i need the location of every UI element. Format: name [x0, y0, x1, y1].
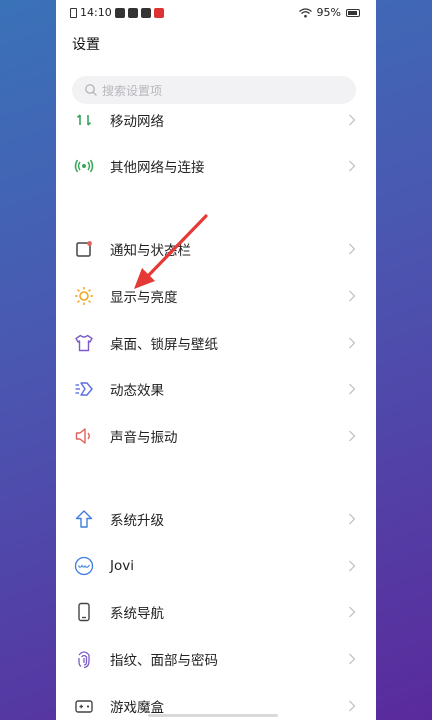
- search-icon: [85, 84, 97, 96]
- status-bar: 14:10 95%: [56, 0, 376, 28]
- settings-item-mobile-network[interactable]: 移动网络: [56, 97, 376, 143]
- settings-item-motion-effects[interactable]: 动态效果: [56, 366, 376, 412]
- wallpaper-shirt-icon: [75, 334, 93, 352]
- settings-item-label: 其他网络与连接: [110, 160, 205, 176]
- settings-item-notifications[interactable]: 通知与状态栏: [56, 226, 376, 272]
- status-time: 14:10: [80, 6, 112, 19]
- settings-item-other-connections[interactable]: 其他网络与连接: [56, 143, 376, 189]
- home-indicator[interactable]: [148, 714, 278, 717]
- chevron-right-icon: [349, 243, 356, 255]
- settings-item-label: 通知与状态栏: [110, 243, 191, 259]
- settings-item-label: 系统升级: [110, 513, 164, 529]
- chevron-right-icon: [349, 383, 356, 395]
- chevron-right-icon: [349, 337, 356, 349]
- chevron-right-icon: [349, 653, 356, 665]
- jovi-icon: [74, 556, 94, 576]
- mobile-data-icon: [76, 114, 92, 126]
- app-notification-icon: [114, 7, 125, 18]
- sound-icon: [75, 428, 90, 444]
- settings-item-label: 动态效果: [110, 383, 164, 399]
- brightness-icon: [75, 287, 93, 305]
- settings-item-sound-vibration[interactable]: 声音与振动: [56, 413, 376, 459]
- search-placeholder: 搜索设置项: [102, 83, 163, 98]
- settings-item-label: 移动网络: [110, 114, 164, 130]
- chevron-right-icon: [349, 700, 356, 712]
- section-divider: [56, 472, 376, 482]
- settings-item-label: 声音与振动: [110, 430, 178, 446]
- navigation-phone-icon: [78, 602, 90, 622]
- settings-item-system-navigation[interactable]: 系统导航: [56, 589, 376, 635]
- chevron-right-icon: [349, 114, 356, 126]
- section-divider: [56, 204, 376, 214]
- settings-item-label: 桌面、锁屏与壁纸: [110, 337, 218, 353]
- chevron-right-icon: [349, 430, 356, 442]
- settings-item-system-update[interactable]: 系统升级: [56, 496, 376, 542]
- settings-item-display-brightness[interactable]: 显示与亮度: [56, 273, 376, 319]
- battery-percent: 95%: [316, 6, 341, 19]
- chevron-right-icon: [349, 606, 356, 618]
- settings-item-label: 游戏魔盒: [110, 700, 164, 716]
- motion-effects-icon: [75, 382, 93, 396]
- chevron-right-icon: [349, 290, 356, 302]
- mail-icon: [140, 7, 151, 18]
- settings-item-jovi[interactable]: Jovi: [56, 543, 376, 589]
- notification-bar-icon: [76, 241, 92, 257]
- wifi-icon: [298, 7, 312, 17]
- settings-item-label: 显示与亮度: [110, 290, 178, 306]
- document-icon: [70, 7, 77, 18]
- chevron-right-icon: [349, 560, 356, 572]
- game-box-icon: [75, 700, 93, 713]
- battery-icon: [346, 8, 360, 17]
- app-notification-icon: [153, 7, 164, 18]
- system-update-icon: [75, 510, 93, 528]
- settings-item-label: 系统导航: [110, 606, 164, 622]
- settings-item-fingerprint-face-password[interactable]: 指纹、面部与密码: [56, 636, 376, 682]
- fingerprint-icon: [78, 651, 90, 669]
- settings-item-wallpaper[interactable]: 桌面、锁屏与壁纸: [56, 320, 376, 366]
- page-title: 设置: [72, 37, 100, 53]
- connections-icon: [74, 159, 94, 173]
- settings-screen: 14:10 95% 设置 搜索设置项 移动网络 其他网络与连接 通知与状态栏 显…: [56, 0, 376, 720]
- settings-item-label: Jovi: [110, 558, 134, 574]
- chevron-right-icon: [349, 513, 356, 525]
- app-notification-icon: [127, 7, 138, 18]
- settings-item-label: 指纹、面部与密码: [110, 653, 218, 669]
- chevron-right-icon: [349, 160, 356, 172]
